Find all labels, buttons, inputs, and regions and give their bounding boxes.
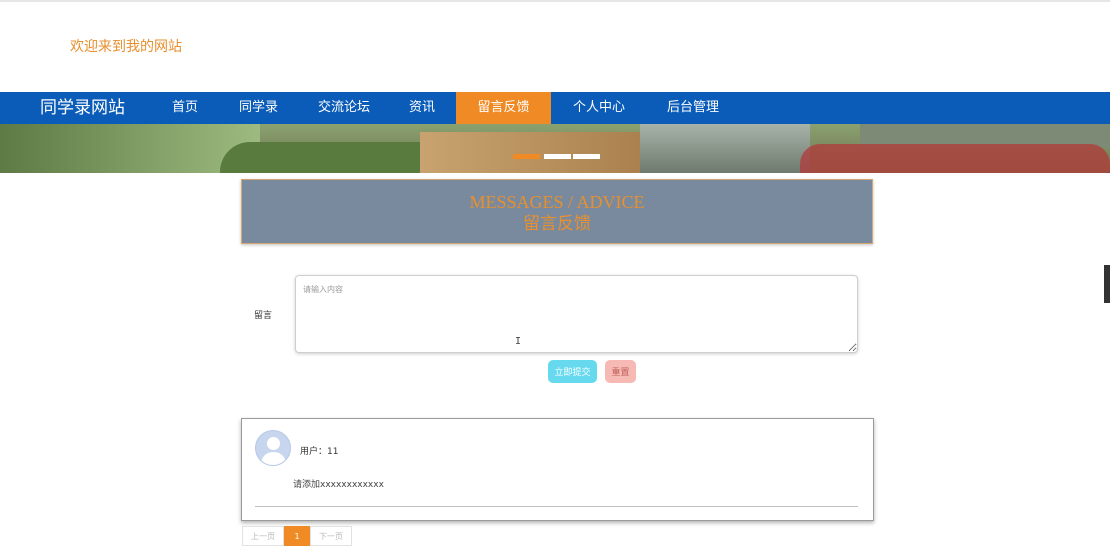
nav-item-news[interactable]: 资讯 [409, 92, 435, 124]
site-brand[interactable]: 同学录网站 [40, 92, 125, 124]
nav-item-classmates[interactable]: 同学录 [239, 92, 278, 124]
reset-button[interactable]: 重置 [605, 360, 636, 383]
banner-image [0, 124, 1110, 173]
submit-button[interactable]: 立即提交 [548, 360, 597, 383]
page-1-button[interactable]: 1 [284, 526, 310, 546]
next-page-button[interactable]: 下一页 [310, 526, 352, 546]
banner-dot[interactable] [544, 154, 571, 159]
main-nav: 同学录网站 首页 同学录 交流论坛 资讯 留言反馈 个人中心 后台管理 [0, 92, 1110, 124]
user-avatar-icon [255, 430, 291, 466]
welcome-text: 欢迎来到我的网站 [70, 39, 182, 55]
card-divider [255, 506, 858, 507]
message-label: 留言 [254, 311, 273, 321]
banner-dot[interactable] [513, 154, 540, 159]
nav-item-home[interactable]: 首页 [172, 92, 198, 124]
section-title-en: MESSAGES / ADVICE [469, 192, 645, 212]
message-card: 用户：11 请添加xxxxxxxxxxxx [241, 418, 874, 521]
message-content: 请添加xxxxxxxxxxxx [293, 480, 384, 490]
message-user: 用户：11 [300, 447, 339, 457]
section-title-zh: 留言反馈 [523, 214, 591, 234]
prev-page-button[interactable]: 上一页 [242, 526, 284, 546]
nav-item-profile[interactable]: 个人中心 [573, 92, 625, 124]
text-cursor-icon: I [515, 336, 522, 347]
top-border [0, 0, 1110, 2]
side-scroll-tab[interactable] [1104, 265, 1110, 303]
nav-item-feedback[interactable]: 留言反馈 [456, 92, 551, 124]
banner-dot[interactable] [573, 154, 600, 159]
nav-item-forum[interactable]: 交流论坛 [318, 92, 370, 124]
section-title: MESSAGES / ADVICE 留言反馈 [241, 179, 873, 244]
message-textarea[interactable] [295, 275, 858, 353]
nav-item-admin[interactable]: 后台管理 [667, 92, 719, 124]
